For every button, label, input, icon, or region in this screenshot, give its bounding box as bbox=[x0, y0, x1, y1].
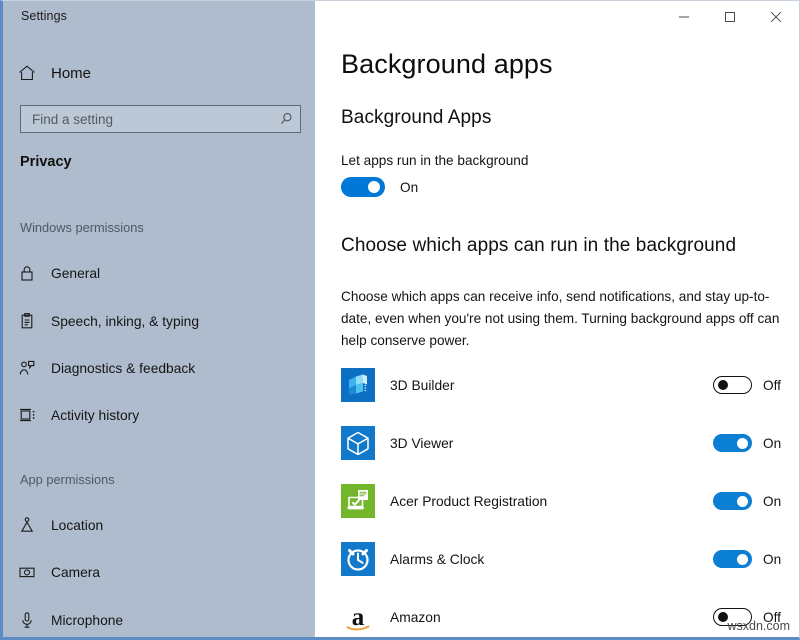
sidebar-item-camera-label: Camera bbox=[51, 565, 100, 580]
close-icon bbox=[770, 11, 782, 23]
master-toggle-row: On bbox=[341, 177, 418, 197]
microphone-icon bbox=[17, 610, 37, 630]
svg-text:a: a bbox=[352, 604, 365, 631]
app-toggle-state: Off bbox=[763, 378, 789, 393]
amazon-icon: a bbox=[341, 600, 375, 634]
minimize-icon bbox=[678, 11, 690, 23]
app-toggle-wrap: On bbox=[713, 434, 789, 452]
app-toggle-wrap: On bbox=[713, 550, 789, 568]
sidebar: Settings Home Privacy Windows permission… bbox=[3, 1, 315, 637]
lock-icon bbox=[17, 263, 37, 283]
toggle-knob bbox=[718, 380, 728, 390]
section-title-background-apps: Background Apps bbox=[341, 107, 491, 129]
sidebar-item-speech-inking-typing[interactable]: Speech, inking, & typing bbox=[17, 307, 305, 335]
app-row-alarms-clock[interactable]: Alarms & Clock On bbox=[341, 530, 789, 588]
app-toggle-state: On bbox=[763, 552, 789, 567]
sidebar-item-activity-history[interactable]: Activity history bbox=[17, 401, 305, 429]
master-toggle-state: On bbox=[400, 180, 418, 195]
app-toggle-3d-viewer[interactable] bbox=[713, 434, 752, 452]
main-content: Background apps Background Apps Let apps… bbox=[315, 1, 799, 637]
sidebar-group-header-windows-permissions: Windows permissions bbox=[20, 220, 144, 235]
app-toggle-wrap: On bbox=[713, 492, 789, 510]
toggle-knob bbox=[368, 181, 380, 193]
search-box[interactable] bbox=[20, 105, 301, 133]
minimize-button[interactable] bbox=[661, 1, 707, 33]
app-name: Alarms & Clock bbox=[390, 552, 484, 567]
app-row-amazon[interactable]: a Amazon Off bbox=[341, 588, 789, 640]
sidebar-item-camera[interactable]: Camera bbox=[17, 558, 305, 586]
app-title: Settings bbox=[21, 9, 67, 23]
camera-icon bbox=[17, 562, 37, 582]
sidebar-item-general-label: General bbox=[51, 266, 100, 281]
alarms-clock-icon bbox=[341, 542, 375, 576]
toggle-knob bbox=[737, 496, 748, 507]
sidebar-item-activity-history-label: Activity history bbox=[51, 408, 139, 423]
app-toggle-acer-product-registration[interactable] bbox=[713, 492, 752, 510]
search-input[interactable] bbox=[32, 112, 278, 127]
app-toggle-3d-builder[interactable] bbox=[713, 376, 752, 394]
app-toggle-state: On bbox=[763, 494, 789, 509]
window-titlebar bbox=[661, 1, 799, 33]
app-name: Amazon bbox=[390, 610, 441, 625]
location-pin-icon bbox=[17, 515, 37, 535]
app-toggle-state: On bbox=[763, 436, 789, 451]
app-row-3d-viewer[interactable]: 3D Viewer On bbox=[341, 414, 789, 472]
app-name: 3D Viewer bbox=[390, 436, 453, 451]
sidebar-item-diagnostics-feedback[interactable]: Diagnostics & feedback bbox=[17, 354, 305, 382]
3d-builder-icon bbox=[341, 368, 375, 402]
close-button[interactable] bbox=[753, 1, 799, 33]
app-toggle-alarms-clock[interactable] bbox=[713, 550, 752, 568]
sidebar-item-home[interactable]: Home bbox=[17, 58, 91, 88]
acer-product-registration-icon bbox=[341, 484, 375, 518]
clipboard-icon bbox=[17, 311, 37, 331]
sidebar-item-speech-inking-typing-label: Speech, inking, & typing bbox=[51, 314, 199, 329]
sidebar-item-location[interactable]: Location bbox=[17, 511, 305, 539]
feedback-person-icon bbox=[17, 358, 37, 378]
choose-apps-heading: Choose which apps can run in the backgro… bbox=[341, 235, 736, 257]
timeline-icon bbox=[17, 405, 37, 425]
maximize-icon bbox=[724, 11, 736, 23]
sidebar-item-location-label: Location bbox=[51, 518, 103, 533]
app-row-3d-builder[interactable]: 3D Builder Off bbox=[341, 356, 789, 414]
sidebar-item-home-label: Home bbox=[51, 65, 91, 82]
3d-viewer-icon bbox=[341, 426, 375, 460]
sidebar-item-microphone[interactable]: Microphone bbox=[17, 606, 305, 634]
choose-apps-description: Choose which apps can receive info, send… bbox=[341, 286, 781, 352]
background-apps-list: 3D Builder Off bbox=[341, 356, 789, 640]
app-toggle-wrap: Off bbox=[713, 376, 789, 394]
settings-window: Settings Home Privacy Windows permission… bbox=[0, 0, 800, 640]
sidebar-item-microphone-label: Microphone bbox=[51, 613, 123, 628]
search-icon[interactable] bbox=[278, 111, 294, 127]
sidebar-group-header-app-permissions: App permissions bbox=[20, 472, 115, 487]
toggle-knob bbox=[737, 554, 748, 565]
sidebar-item-diagnostics-feedback-label: Diagnostics & feedback bbox=[51, 361, 195, 376]
master-setting-label: Let apps run in the background bbox=[341, 153, 528, 168]
sidebar-current-section: Privacy bbox=[20, 154, 72, 170]
page-title: Background apps bbox=[341, 49, 553, 80]
watermark: wsxdn.com bbox=[727, 619, 790, 633]
maximize-button[interactable] bbox=[707, 1, 753, 33]
app-row-acer-product-registration[interactable]: Acer Product Registration On bbox=[341, 472, 789, 530]
sidebar-item-general[interactable]: General bbox=[17, 259, 305, 287]
toggle-knob bbox=[737, 438, 748, 449]
let-apps-run-toggle[interactable] bbox=[341, 177, 385, 197]
app-name: 3D Builder bbox=[390, 378, 454, 393]
app-name: Acer Product Registration bbox=[390, 494, 547, 509]
home-icon bbox=[17, 63, 37, 83]
